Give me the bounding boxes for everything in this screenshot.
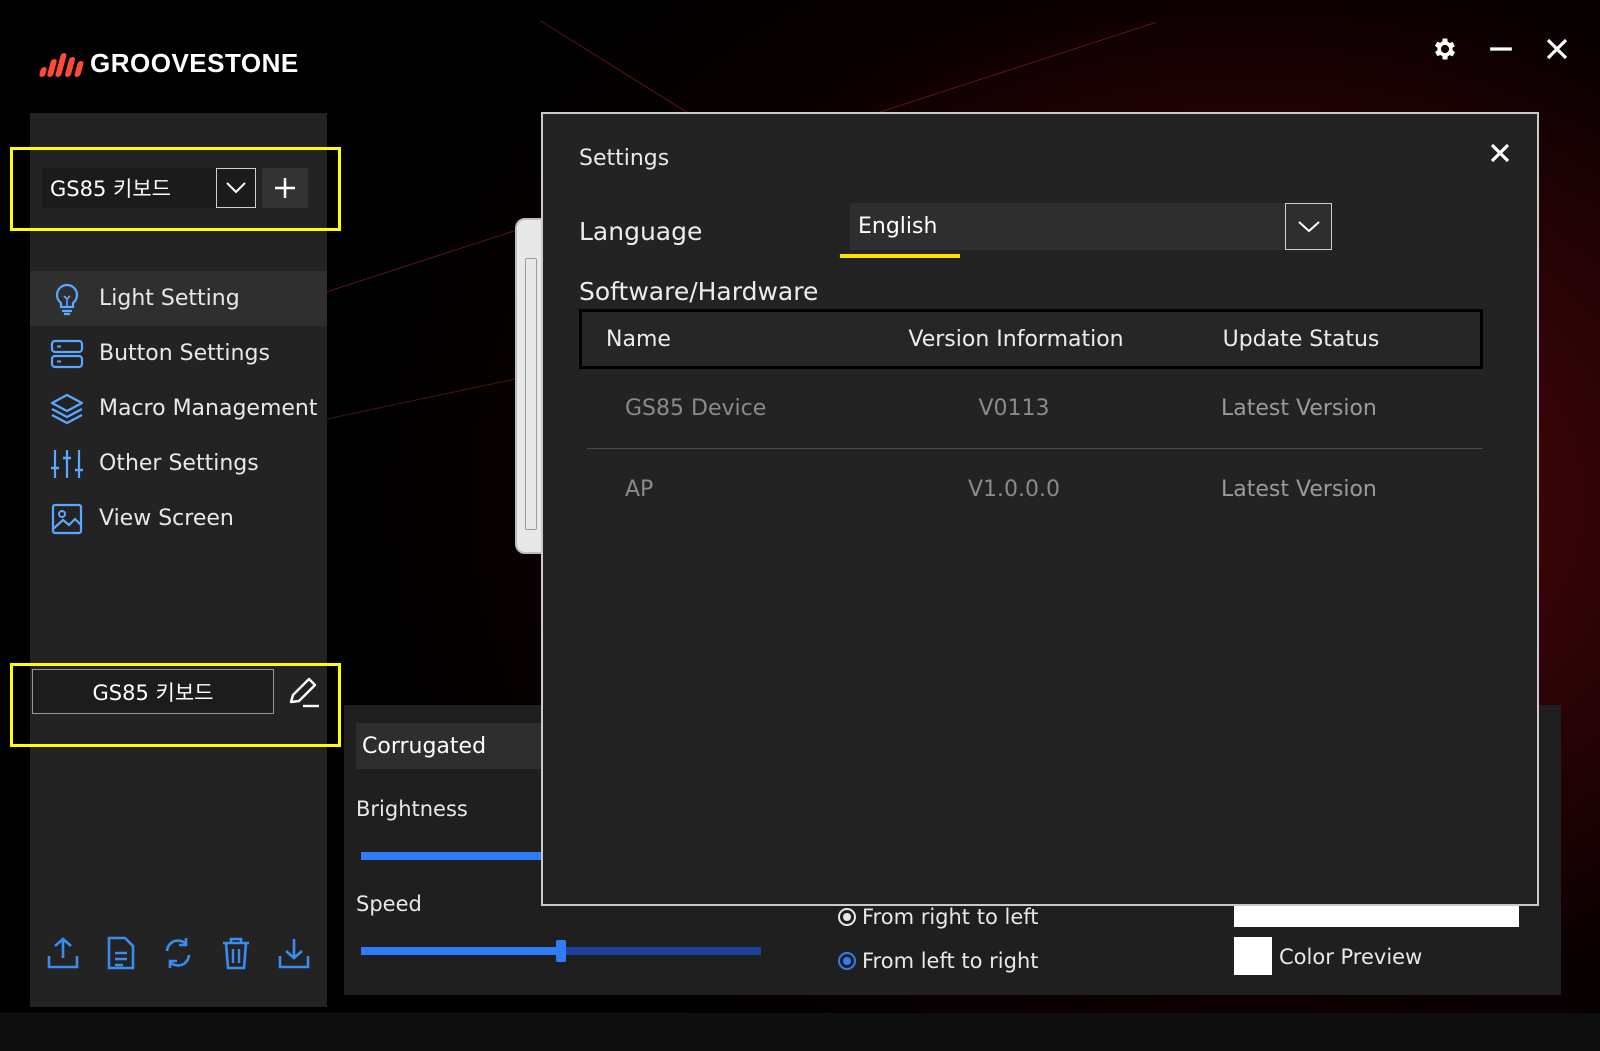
brand-logo: GROOVESTONE xyxy=(38,48,299,79)
row-version: V1.0.0.0 xyxy=(967,476,1061,502)
close-icon[interactable] xyxy=(1485,138,1515,168)
table-row: AP V1.0.0.0 Latest Version xyxy=(587,449,1483,529)
import-icon[interactable] xyxy=(274,933,314,973)
language-select[interactable]: English xyxy=(850,203,1332,250)
bottom-band xyxy=(0,1013,1600,1051)
brightness-label: Brightness xyxy=(356,797,468,821)
speed-slider[interactable] xyxy=(361,940,761,962)
row-name: AP xyxy=(625,476,654,502)
gear-icon[interactable] xyxy=(1430,34,1460,64)
sliders-icon xyxy=(50,447,84,481)
sidebar-item-other-settings[interactable]: Other Settings xyxy=(30,436,327,491)
row-version: V0113 xyxy=(978,396,1050,421)
table-header: Name Version Information Update Status xyxy=(579,309,1483,369)
column-header-name: Name xyxy=(606,326,671,352)
buttons-icon xyxy=(50,337,84,371)
version-table: Name Version Information Update Status G… xyxy=(579,309,1483,529)
speed-slider-fill xyxy=(361,947,561,955)
brand-name: GROOVESTONE xyxy=(90,48,299,78)
sidebar: GS85 키보드 Light Setting Button Settings M… xyxy=(30,113,327,1007)
sidebar-item-label: View Screen xyxy=(99,506,234,531)
sidebar-item-label: Macro Management xyxy=(99,396,318,421)
row-status: Latest Version xyxy=(1221,396,1377,421)
image-icon xyxy=(50,502,84,536)
highlight-profile-name xyxy=(10,663,341,747)
chevron-down-icon[interactable] xyxy=(1285,203,1332,250)
column-header-version: Version Information xyxy=(908,326,1124,352)
dialog-title: Settings xyxy=(579,146,670,171)
profile-toolbar xyxy=(30,933,327,973)
sidebar-item-light-setting[interactable]: Light Setting xyxy=(30,271,327,326)
radio-dot xyxy=(838,908,856,926)
highlight-device-selector xyxy=(10,147,341,231)
row-status: Latest Version xyxy=(1221,476,1377,502)
radio-left-to-right[interactable]: From left to right xyxy=(838,949,1039,973)
sidebar-item-label: Light Setting xyxy=(99,286,240,311)
window-controls xyxy=(1430,34,1572,64)
sidebar-nav: Light Setting Button Settings Macro Mana… xyxy=(30,271,327,546)
color-preview-label: Color Preview xyxy=(1279,945,1423,969)
close-icon[interactable] xyxy=(1542,34,1572,64)
radio-dot xyxy=(838,952,856,970)
document-icon[interactable] xyxy=(101,933,141,973)
color-bar[interactable] xyxy=(1234,905,1519,927)
sidebar-item-view-screen[interactable]: View Screen xyxy=(30,491,327,546)
sidebar-item-macro-management[interactable]: Macro Management xyxy=(30,381,327,436)
software-hardware-title: Software/Hardware xyxy=(579,277,819,306)
column-header-status: Update Status xyxy=(1222,326,1380,352)
table-row: GS85 Device V0113 Latest Version xyxy=(587,369,1483,449)
language-label: Language xyxy=(579,217,703,246)
layers-icon xyxy=(50,392,84,426)
lightbulb-icon xyxy=(50,282,84,316)
radio-label: From right to left xyxy=(862,905,1039,929)
language-underline-highlight xyxy=(840,254,960,258)
sidebar-item-button-settings[interactable]: Button Settings xyxy=(30,326,327,381)
settings-dialog: Settings Language English Software/Hardw… xyxy=(541,112,1539,906)
speed-label: Speed xyxy=(356,892,422,916)
radio-right-to-left[interactable]: From right to left xyxy=(838,905,1039,929)
radio-label: From left to right xyxy=(862,949,1039,973)
sidebar-item-label: Button Settings xyxy=(99,341,270,366)
refresh-icon[interactable] xyxy=(158,933,198,973)
color-preview-swatch xyxy=(1234,937,1272,975)
trash-icon[interactable] xyxy=(216,933,256,973)
speed-slider-thumb[interactable] xyxy=(556,940,566,962)
minimize-icon[interactable] xyxy=(1486,34,1516,64)
brand-logo-mark xyxy=(38,51,85,77)
row-name: GS85 Device xyxy=(625,396,767,421)
sidebar-item-label: Other Settings xyxy=(99,451,259,476)
export-icon[interactable] xyxy=(43,933,83,973)
language-value: English xyxy=(858,214,938,239)
